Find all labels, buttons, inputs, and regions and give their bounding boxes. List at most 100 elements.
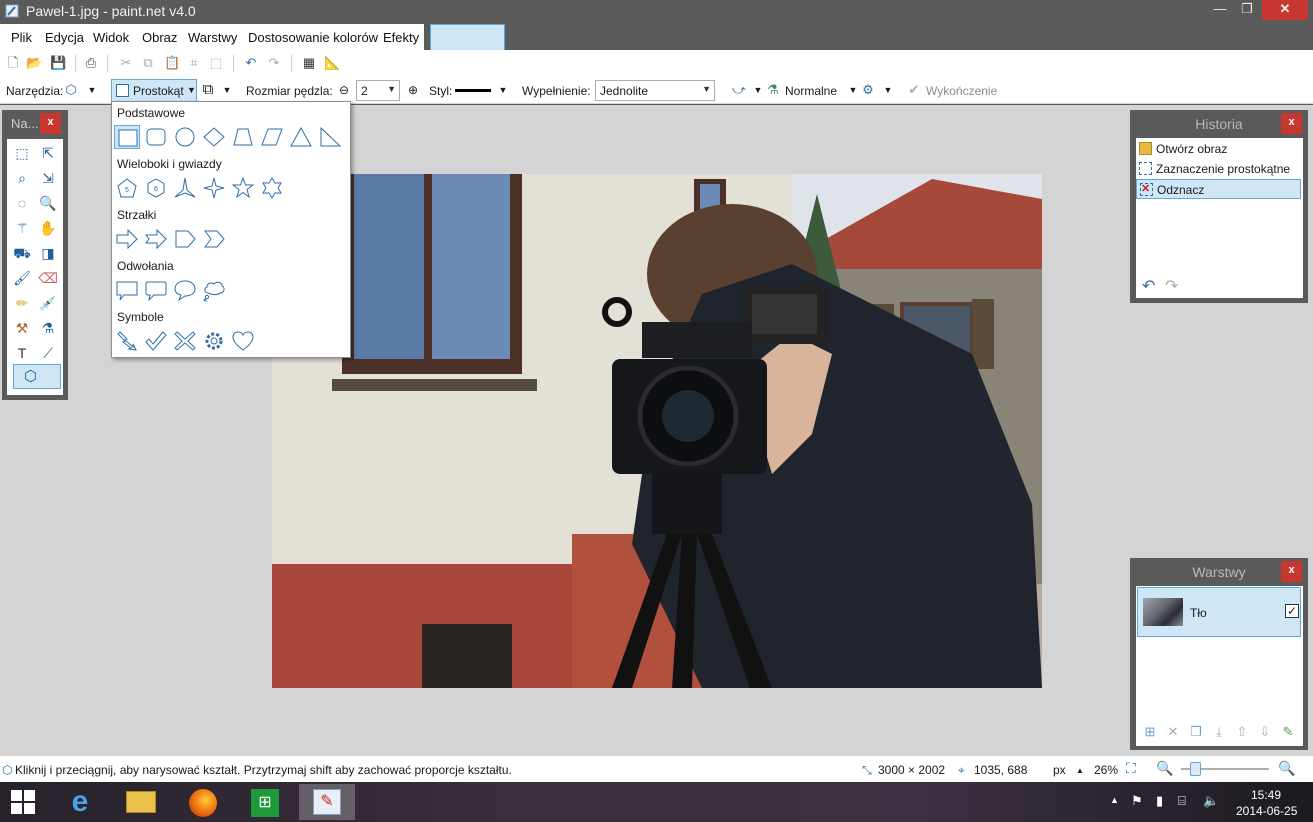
rulers-icon[interactable]: 📐 bbox=[324, 55, 340, 71]
firefox-taskbar-icon[interactable] bbox=[175, 784, 231, 820]
blend-mode-icon[interactable]: ⚗ bbox=[765, 82, 781, 98]
new-file-icon[interactable]: 🗋 bbox=[5, 55, 21, 71]
tool-dropdown-caret-icon[interactable]: ▼ bbox=[84, 82, 100, 98]
draw-mode-caret-icon[interactable]: ▼ bbox=[219, 82, 235, 98]
antialiasing-icon[interactable]: ⤻ bbox=[731, 82, 747, 98]
history-panel-close-button[interactable]: x bbox=[1281, 113, 1302, 134]
move-selected-pixels-icon[interactable]: ⇱ bbox=[37, 142, 59, 164]
shape-type-button[interactable]: Prostokąt ▼ bbox=[111, 79, 197, 102]
deselect-icon[interactable]: ⬚ bbox=[208, 55, 224, 71]
menu-layers[interactable]: Warstwy bbox=[188, 30, 237, 45]
decrease-brush-icon[interactable]: ⊖ bbox=[336, 82, 352, 98]
notched-arrow-shape-icon[interactable] bbox=[143, 227, 169, 251]
layer-properties-icon[interactable]: ✎ bbox=[1280, 724, 1296, 740]
clone-stamp-icon[interactable]: ⚒ bbox=[11, 317, 33, 339]
pentagon-arrow-shape-icon[interactable] bbox=[172, 227, 198, 251]
store-taskbar-icon[interactable]: ⊞ bbox=[237, 784, 293, 820]
zoom-slider-thumb[interactable] bbox=[1189, 762, 1201, 776]
ellipse-shape-icon[interactable] bbox=[172, 125, 198, 149]
selection-quality-icon[interactable]: ⚙ bbox=[860, 82, 876, 98]
rectangle-shape-icon[interactable] bbox=[114, 125, 140, 149]
four-point-star-shape-icon[interactable] bbox=[201, 176, 227, 200]
move-layer-up-icon[interactable]: ⇧ bbox=[1234, 724, 1250, 740]
units-selector[interactable]: px bbox=[1053, 763, 1066, 777]
current-tool-shapes-icon[interactable]: ⬡ bbox=[63, 82, 79, 98]
increase-brush-icon[interactable]: ⊕ bbox=[405, 82, 421, 98]
clock-time[interactable]: 15:49 bbox=[1251, 788, 1281, 802]
zoom-out-icon[interactable]: 🔍 bbox=[1156, 760, 1173, 777]
image-canvas[interactable] bbox=[272, 174, 1042, 688]
redo-icon[interactable]: ↷ bbox=[266, 55, 282, 71]
rectangle-callout-shape-icon[interactable] bbox=[114, 278, 140, 302]
eraser-icon[interactable]: ⌫ bbox=[37, 267, 59, 289]
diamond-shape-icon[interactable] bbox=[201, 125, 227, 149]
clock-date[interactable]: 2014-06-25 bbox=[1236, 804, 1297, 818]
gear-shape-icon[interactable] bbox=[201, 329, 227, 353]
chevron-shape-icon[interactable] bbox=[201, 227, 227, 251]
color-picker-icon[interactable]: 💉 bbox=[37, 292, 59, 314]
file-explorer-taskbar-icon[interactable] bbox=[113, 784, 169, 820]
parallelogram-shape-icon[interactable] bbox=[259, 125, 285, 149]
start-button[interactable] bbox=[0, 784, 46, 820]
zoom-in-icon[interactable]: 🔍 bbox=[1278, 760, 1295, 777]
six-point-star-shape-icon[interactable] bbox=[259, 176, 285, 200]
menu-file[interactable]: Plik bbox=[11, 30, 32, 45]
line-style-preview[interactable] bbox=[455, 89, 491, 92]
duplicate-layer-icon[interactable]: ❐ bbox=[1188, 724, 1204, 740]
selection-quality-caret-icon[interactable]: ▼ bbox=[880, 82, 896, 98]
add-layer-icon[interactable]: ⊞ bbox=[1142, 724, 1158, 740]
pan-hand-icon[interactable]: ✋ bbox=[37, 217, 59, 239]
history-item[interactable]: Otwórz obraz bbox=[1136, 139, 1301, 159]
line-style-caret-icon[interactable]: ▼ bbox=[495, 82, 511, 98]
merge-layer-down-icon[interactable]: ⤓ bbox=[1211, 724, 1227, 740]
undo-icon[interactable]: ↶ bbox=[1142, 276, 1155, 296]
layers-panel-close-button[interactable]: x bbox=[1281, 561, 1302, 582]
lasso-select-icon[interactable]: ⌕ bbox=[11, 167, 33, 189]
crop-to-selection-icon[interactable]: ⌗ bbox=[186, 55, 202, 71]
move-selection-icon[interactable]: ⇲ bbox=[37, 167, 59, 189]
three-point-star-shape-icon[interactable] bbox=[172, 176, 198, 200]
paintnet-taskbar-icon[interactable]: ✎ bbox=[299, 784, 355, 820]
tools-panel-close-button[interactable]: x bbox=[40, 113, 61, 134]
history-item-selected[interactable]: ✕ Odznacz bbox=[1136, 179, 1301, 199]
pentagon-shape-icon[interactable]: 5 bbox=[114, 176, 140, 200]
volume-icon[interactable]: 🔈 bbox=[1203, 793, 1219, 809]
menu-edit[interactable]: Edycja bbox=[45, 30, 84, 45]
blend-mode-label[interactable]: Normalne bbox=[785, 84, 837, 98]
x-mark-shape-icon[interactable] bbox=[172, 329, 198, 353]
internet-explorer-taskbar-icon[interactable]: e bbox=[52, 784, 108, 820]
five-point-star-shape-icon[interactable] bbox=[230, 176, 256, 200]
undo-icon[interactable]: ↶ bbox=[243, 55, 259, 71]
paintnet-app-icon[interactable] bbox=[5, 4, 19, 18]
text-tool-icon[interactable]: T bbox=[11, 342, 33, 364]
fill-dropdown[interactable]: Jednolite ▼ bbox=[595, 80, 715, 101]
menu-image[interactable]: Obraz bbox=[142, 30, 177, 45]
zoom-level[interactable]: 26% bbox=[1094, 763, 1118, 777]
oval-callout-shape-icon[interactable] bbox=[172, 278, 198, 302]
pencil-icon[interactable]: ✏ bbox=[11, 292, 33, 314]
layer-row[interactable]: Tło ✓ bbox=[1137, 587, 1301, 637]
network-icon[interactable]: ⌸ bbox=[1178, 793, 1186, 809]
checkmark-shape-icon[interactable] bbox=[143, 329, 169, 353]
paste-icon[interactable]: 📋 bbox=[164, 55, 180, 71]
right-triangle-shape-icon[interactable] bbox=[317, 125, 343, 149]
history-item[interactable]: Zaznaczenie prostokątne bbox=[1136, 159, 1301, 179]
delete-layer-icon[interactable]: ✕ bbox=[1165, 724, 1181, 740]
zoom-slider[interactable] bbox=[1181, 762, 1269, 776]
layer-visibility-checkbox[interactable]: ✓ bbox=[1285, 604, 1299, 618]
paintbrush-icon[interactable]: 🖌 bbox=[11, 267, 33, 289]
blend-mode-caret-icon[interactable]: ▼ bbox=[845, 82, 861, 98]
recolor-icon[interactable]: ⚗ bbox=[37, 317, 59, 339]
cut-icon[interactable]: ✂ bbox=[118, 55, 134, 71]
rounded-callout-shape-icon[interactable] bbox=[143, 278, 169, 302]
trapezoid-shape-icon[interactable] bbox=[230, 125, 256, 149]
minimize-button[interactable]: — bbox=[1207, 0, 1233, 20]
move-layer-down-icon[interactable]: ⇩ bbox=[1257, 724, 1273, 740]
hexagon-shape-icon[interactable]: 6 bbox=[143, 176, 169, 200]
print-icon[interactable]: ⎙ bbox=[83, 55, 99, 71]
close-window-button[interactable]: ✕ bbox=[1262, 0, 1308, 20]
units-caret-icon[interactable]: ▲ bbox=[1076, 766, 1084, 775]
heart-shape-icon[interactable] bbox=[230, 329, 256, 353]
copy-icon[interactable]: ⧉ bbox=[140, 55, 156, 71]
triangle-shape-icon[interactable] bbox=[288, 125, 314, 149]
